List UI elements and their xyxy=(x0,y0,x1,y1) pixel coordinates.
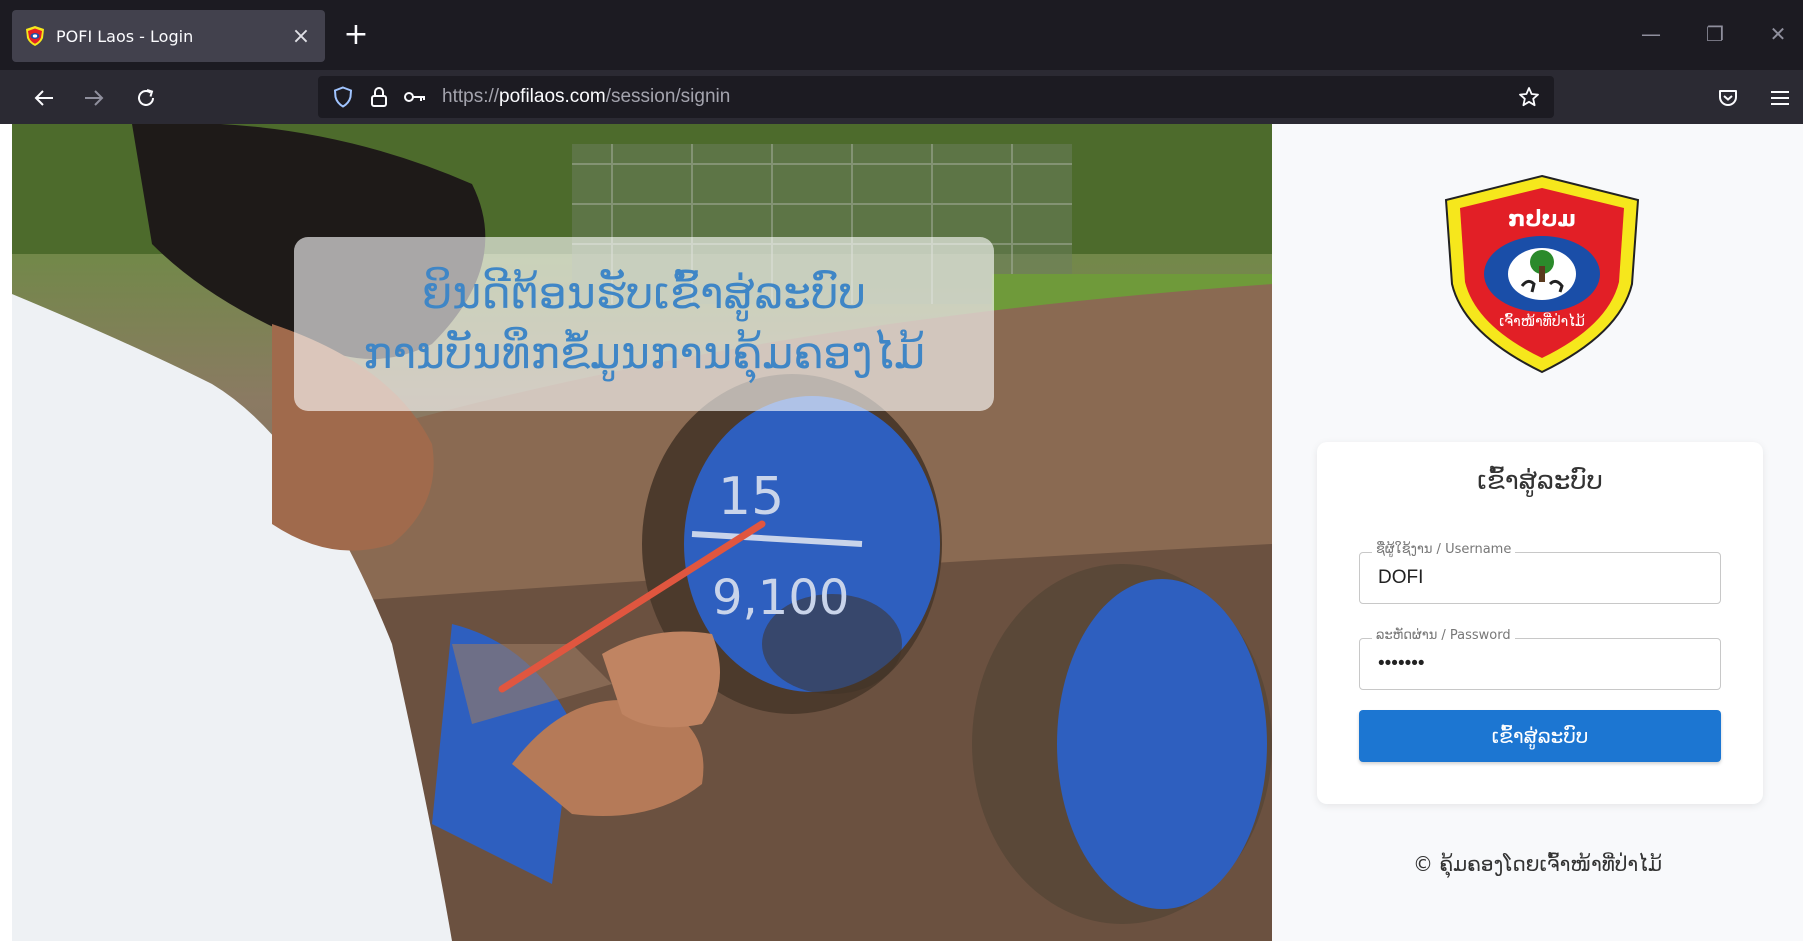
login-title: ເຂົ້າສູ່ລະບົບ xyxy=(1477,466,1603,496)
logo-bottom-text: ເຈົ້າໜ້າທີ່ປ່າໄມ້ xyxy=(1499,312,1585,330)
close-window-icon[interactable]: ✕ xyxy=(1763,20,1793,50)
reload-icon[interactable] xyxy=(128,80,164,116)
url-path: /session/signin xyxy=(605,86,731,107)
username-input[interactable]: DOFI xyxy=(1378,567,1423,589)
page-content: 15 9,100 ຍິນດີຕ້ອນຮັບເຂົ້າສູ່ລະບົບ ການບັ… xyxy=(12,124,1803,941)
forward-arrow-icon[interactable] xyxy=(76,80,112,116)
tab-bar: POFI Laos - Login × + — ❐ ✕ xyxy=(0,0,1803,70)
password-input[interactable]: ••••••• xyxy=(1378,653,1425,675)
shield-favicon-icon xyxy=(26,26,44,46)
new-tab-button[interactable]: + xyxy=(338,18,374,54)
password-label: ລະຫັດຜ່ານ / Password xyxy=(1372,628,1515,643)
url-text[interactable]: https://pofilaos.com/session/signin xyxy=(442,86,730,108)
pocket-icon[interactable] xyxy=(1710,80,1746,116)
hero-image-logs: 15 9,100 ຍິນດີຕ້ອນຮັບເຂົ້າສູ່ລະບົບ ການບັ… xyxy=(12,124,1272,941)
restore-icon[interactable]: ❐ xyxy=(1700,20,1730,50)
back-arrow-icon[interactable] xyxy=(26,80,62,116)
key-permission-icon[interactable] xyxy=(400,82,430,112)
logo-top-text: ກປບມ xyxy=(1508,207,1576,232)
welcome-banner: ຍິນດີຕ້ອນຮັບເຂົ້າສູ່ລະບົບ ການບັນທຶກຂໍ້ມູ… xyxy=(294,237,994,411)
url-bar[interactable]: https://pofilaos.com/session/signin xyxy=(318,76,1554,118)
password-field[interactable]: ລະຫັດຜ່ານ / Password ••••••• xyxy=(1359,628,1721,690)
login-card: ເຂົ້າສູ່ລະບົບ ຊື່ຜູ້ໃຊ້ງານ / Username DO… xyxy=(1317,442,1763,804)
tab-close-icon[interactable]: × xyxy=(287,22,315,50)
lock-icon[interactable] xyxy=(364,82,394,112)
username-label: ຊື່ຜູ້ໃຊ້ງານ / Username xyxy=(1372,542,1516,557)
tracking-protection-shield-icon[interactable] xyxy=(328,82,358,112)
shield-emblem-icon: ກປບມ ເຈົ້າໜ້າທີ່ປ່າໄມ້ xyxy=(1444,174,1640,374)
login-submit-button[interactable]: ເຂົ້າສູ່ລະບົບ xyxy=(1359,710,1721,762)
welcome-title-line1: ຍິນດີຕ້ອນຮັບເຂົ້າສູ່ລະບົບ xyxy=(422,268,866,319)
navigation-bar: https://pofilaos.com/session/signin xyxy=(0,70,1803,124)
tab-title: POFI Laos - Login xyxy=(56,26,194,46)
log-marking-bottom: 9,100 xyxy=(712,570,849,626)
login-panel: ກປບມ ເຈົ້າໜ້າທີ່ປ່າໄມ້ ເຂົ້າສູ່ລະບົບ ຊື່… xyxy=(1272,124,1803,941)
minimize-icon[interactable]: — xyxy=(1636,20,1666,50)
tab-pofi-login[interactable]: POFI Laos - Login × xyxy=(12,10,325,62)
bookmark-star-icon[interactable] xyxy=(1514,82,1544,112)
hamburger-menu-icon[interactable] xyxy=(1762,80,1798,116)
log-marking-top: 15 xyxy=(718,467,784,527)
browser-chrome: POFI Laos - Login × + — ❐ ✕ https://pofi… xyxy=(0,0,1803,124)
url-domain: pofilaos.com xyxy=(499,86,606,107)
url-scheme: https:// xyxy=(442,86,500,107)
username-field[interactable]: ຊື່ຜູ້ໃຊ້ງານ / Username DOFI xyxy=(1359,542,1721,604)
copyright-footer: © ຄຸ້ມຄອງໂດຍເຈົ້າໜ້າທີ່ປ່າໄມ້ xyxy=(1413,852,1662,876)
welcome-title-line2: ການບັນທຶກຂໍ້ມູນການຄຸ້ມຄອງໄມ້ xyxy=(362,328,926,379)
